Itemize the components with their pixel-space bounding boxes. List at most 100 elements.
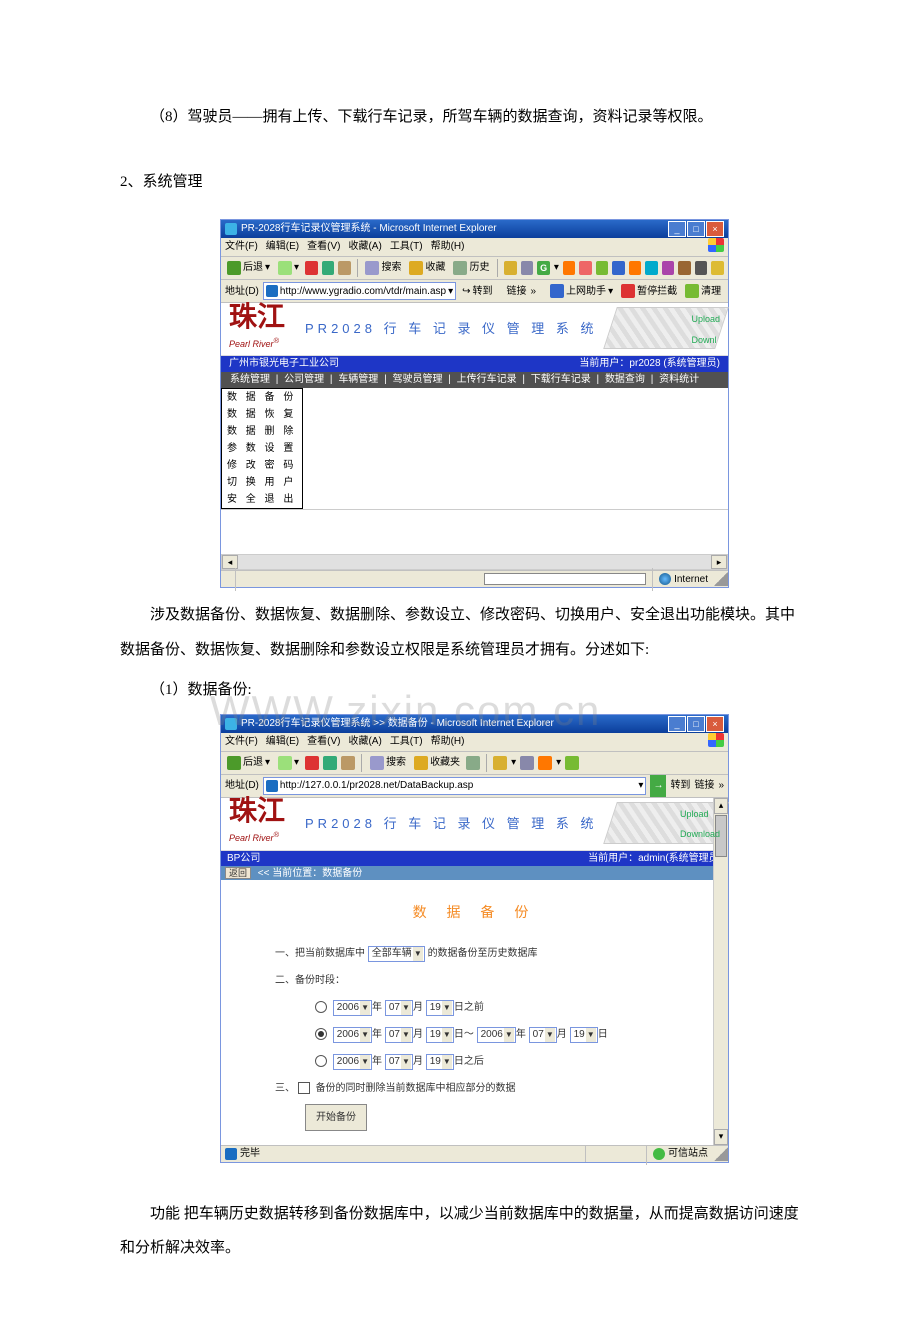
history-button[interactable]: 历史 [451,257,491,279]
menu-file[interactable]: 文件(F) [225,238,258,256]
tool-icon-8[interactable] [678,261,691,275]
menu-item-switch[interactable]: 切 换 用 户 [222,474,302,491]
nav-query[interactable]: 数据查询 [602,374,648,385]
menu-view[interactable]: 查看(V) [307,238,340,256]
month-select-3[interactable]: 07 [385,1054,413,1070]
tool-icon-4[interactable] [612,261,625,275]
pause-button[interactable]: 暂停拦截 [619,280,679,303]
search-button[interactable]: 搜索 [368,752,408,774]
minimize-button[interactable]: _ [668,716,686,732]
resize-grip[interactable] [714,1147,728,1161]
mail-icon[interactable] [493,756,507,770]
tool-icon-5[interactable] [629,261,642,275]
day-select-1[interactable]: 19 [426,1000,454,1016]
home-icon[interactable] [338,261,351,275]
menu-item-exit[interactable]: 安 全 退 出 [222,491,302,508]
address-input[interactable]: http://127.0.0.1/pr2028.net/DataBackup.a… [263,777,647,795]
menu-item-params[interactable]: 参 数 设 置 [222,440,302,457]
home-icon[interactable] [341,756,355,770]
menu-edit[interactable]: 编辑(E) [266,238,299,256]
nav-system[interactable]: 系统管理 [227,374,273,385]
tool-icon-6[interactable] [645,261,658,275]
menu-item-delete[interactable]: 数 据 删 除 [222,423,302,440]
edit-icon[interactable] [538,756,552,770]
menu-help[interactable]: 帮助(H) [431,238,465,256]
print-icon[interactable] [520,756,534,770]
title-bar[interactable]: PR-2028行车记录仪管理系统 - Microsoft Internet Ex… [221,220,728,238]
menu-view[interactable]: 查看(V) [307,733,340,751]
year-select-2b[interactable]: 2006 [477,1027,516,1043]
menu-item-restore[interactable]: 数 据 恢 复 [222,406,302,423]
back-button[interactable]: 后退 ▾ [225,752,272,774]
back-button[interactable]: 后退 ▾ [225,257,272,279]
links-label[interactable]: 链接 [507,280,527,303]
tool-icon-9[interactable] [695,261,708,275]
forward-button[interactable]: ▾ [276,257,301,279]
scroll-down-icon[interactable]: ▾ [714,1129,728,1145]
favorites-button[interactable]: 收藏 [407,257,447,279]
address-input[interactable]: http://www.ygradio.com/vtdr/main.asp ▾ [263,282,456,300]
month-select-2a[interactable]: 07 [385,1027,413,1043]
close-button[interactable]: × [706,716,724,732]
month-select-1[interactable]: 07 [385,1000,413,1016]
day-select-2a[interactable]: 19 [426,1027,454,1043]
day-select-2b[interactable]: 19 [570,1027,598,1043]
menu-item-backup[interactable]: 数 据 备 份 [222,389,302,406]
tool-icon-3[interactable] [596,261,609,275]
nav-download[interactable]: 下载行车记录 [528,374,594,385]
clean-button[interactable]: 清理 [683,280,723,303]
stop-icon[interactable] [305,261,318,275]
start-backup-button[interactable]: 开始备份 [305,1104,367,1131]
menu-edit[interactable]: 编辑(E) [266,733,299,751]
favorites-button[interactable]: 收藏夹 [412,752,462,774]
title-bar[interactable]: PR-2028行车记录仪管理系统 >> 数据备份 - Microsoft Int… [221,715,728,733]
repair-button[interactable]: 修复 [727,280,728,303]
print-icon[interactable] [521,261,534,275]
tool-icon-2[interactable] [579,261,592,275]
maximize-button[interactable]: □ [687,221,705,237]
radio-before[interactable] [315,1001,327,1013]
vehicle-select[interactable]: 全部车辆 [368,946,425,962]
messenger-icon[interactable] [565,756,579,770]
back-link[interactable]: 返回 [225,867,251,879]
year-select-1[interactable]: 2006 [333,1000,372,1016]
history-icon[interactable] [466,756,480,770]
maximize-button[interactable]: □ [687,716,705,732]
search-button[interactable]: 搜索 [363,257,403,279]
nav-vehicle[interactable]: 车辆管理 [335,374,381,385]
menu-favorites[interactable]: 收藏(A) [348,733,381,751]
forward-button[interactable]: ▾ [276,752,301,774]
refresh-icon[interactable] [322,261,335,275]
year-select-3[interactable]: 2006 [333,1054,372,1070]
delete-checkbox[interactable] [298,1082,310,1094]
helper-button[interactable]: 上网助手 ▾ [548,280,615,303]
minimize-button[interactable]: _ [668,221,686,237]
go-button[interactable]: ↪ 转到 [460,280,494,303]
radio-after[interactable] [315,1055,327,1067]
menu-tools[interactable]: 工具(T) [390,733,423,751]
nav-stats[interactable]: 资料统计 [656,374,702,385]
vertical-scrollbar[interactable]: ▴ ▾ [713,798,728,1145]
tool-icon-7[interactable] [662,261,675,275]
menu-file[interactable]: 文件(F) [225,733,258,751]
tool-icon-1[interactable] [563,261,576,275]
refresh-icon[interactable] [323,756,337,770]
mail-icon[interactable] [504,261,517,275]
menu-item-password[interactable]: 修 改 密 码 [222,457,302,474]
nav-upload[interactable]: 上传行车记录 [454,374,520,385]
year-select-2a[interactable]: 2006 [333,1027,372,1043]
menu-help[interactable]: 帮助(H) [431,733,465,751]
stop-icon[interactable] [305,756,319,770]
nav-driver[interactable]: 驾驶员管理 [389,374,445,385]
google-icon[interactable]: G [537,261,550,275]
month-select-2b[interactable]: 07 [529,1027,557,1043]
links-label[interactable]: 链接 [694,775,714,798]
go-button[interactable]: → [650,775,666,798]
day-select-3[interactable]: 19 [426,1054,454,1070]
menu-tools[interactable]: 工具(T) [390,238,423,256]
nav-company[interactable]: 公司管理 [281,374,327,385]
menu-favorites[interactable]: 收藏(A) [348,238,381,256]
radio-range[interactable] [315,1028,327,1040]
close-button[interactable]: × [706,221,724,237]
tool-icon-10[interactable] [711,261,724,275]
